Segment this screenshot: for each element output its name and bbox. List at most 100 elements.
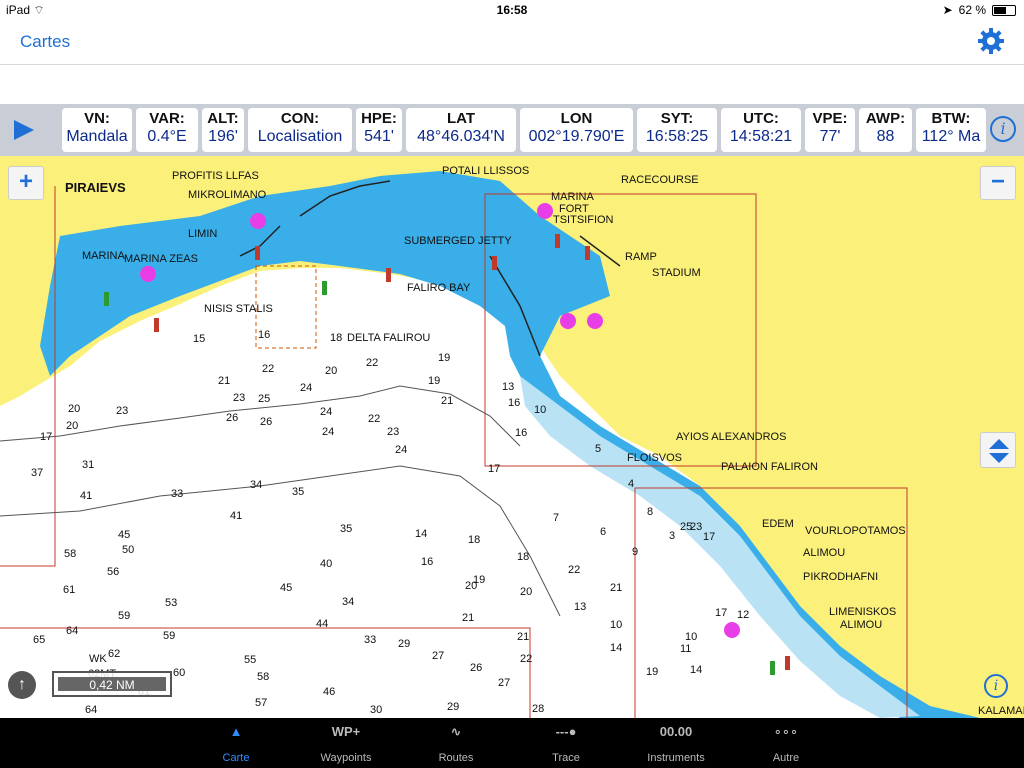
north-up-icon[interactable]: ↑ — [8, 671, 36, 699]
blank-toolbar — [0, 64, 1024, 104]
tab-routes[interactable]: ∿ Routes — [406, 718, 506, 768]
tab-trace[interactable]: ---● Trace — [516, 718, 616, 768]
tab-label: Carte — [222, 752, 250, 764]
scroll-updown-button[interactable] — [980, 432, 1016, 468]
instrument-cell[interactable]: UTC: 14:58:21 — [721, 108, 801, 152]
depth-sounding: 45 — [280, 582, 293, 594]
tab-autre[interactable]: ∘∘∘ Autre — [736, 718, 836, 768]
place-label: SUBMERGED JETTY — [404, 235, 512, 247]
depth-sounding: 24 — [395, 444, 408, 456]
depth-sounding: 16 — [508, 397, 521, 409]
depth-sounding: 41 — [230, 510, 243, 522]
instrument-cell[interactable]: CON: Localisation — [248, 108, 352, 152]
instrument-label: VPE: — [812, 110, 848, 127]
place-label: KALAMAI — [978, 705, 1024, 717]
nautical-chart[interactable]: PIRAIEVS PROFITIS LLFAS MIKROLIMANO POTALI … — [0, 156, 1024, 718]
chart-graphics — [0, 156, 1024, 718]
instrument-value: 196' — [208, 128, 238, 145]
zoom-in-button[interactable]: + — [8, 166, 44, 200]
instrument-value: 0.4°E — [147, 128, 187, 145]
place-label: EDEM — [762, 518, 794, 530]
scale-bar: 0,42 NM — [52, 671, 172, 697]
depth-sounding: 17 — [40, 431, 53, 443]
instrument-cell[interactable]: VPE: 77' — [805, 108, 855, 152]
tab-label: Autre — [772, 752, 800, 764]
tab-carte[interactable]: ▲ Carte — [186, 718, 286, 768]
depth-sounding: 20 — [66, 420, 79, 432]
depth-sounding: 12 — [737, 609, 750, 621]
instrument-cell[interactable]: ALT: 196' — [202, 108, 244, 152]
map-info-icon[interactable]: i — [984, 674, 1008, 698]
zoom-out-button[interactable]: − — [980, 166, 1016, 200]
instrument-value: 14:58:21 — [729, 128, 793, 145]
instrument-cell[interactable]: VN: Mandala — [62, 108, 132, 152]
instruments-icon: 00.00 — [659, 724, 693, 739]
depth-sounding: 23 — [387, 426, 400, 438]
location-arrow-icon: ➤ — [942, 3, 953, 17]
depth-sounding: 18 — [468, 534, 481, 546]
instrument-cell[interactable]: HPE: 541' — [356, 108, 402, 152]
depth-sounding: 37 — [31, 467, 44, 479]
depth-sounding: 57 — [255, 697, 268, 709]
instrument-value: 77' — [819, 128, 841, 145]
instrument-cell[interactable]: SYT: 16:58:25 — [637, 108, 717, 152]
gear-icon[interactable] — [976, 26, 1006, 56]
depth-sounding: 17 — [715, 607, 728, 619]
depth-sounding: 21 — [218, 375, 231, 387]
depth-sounding: 23 — [690, 521, 703, 533]
cartes-back-button[interactable]: Cartes — [20, 32, 70, 52]
place-label: MARINA — [82, 250, 125, 262]
depth-sounding: 20 — [520, 586, 533, 598]
place-label: LIMENISKOS — [829, 606, 897, 618]
depth-sounding: 21 — [462, 612, 475, 624]
depth-sounding: 59 — [163, 630, 176, 642]
depth-sounding: 29 — [447, 701, 460, 713]
play-icon[interactable] — [14, 120, 34, 140]
depth-sounding: 16 — [515, 427, 528, 439]
instrument-cell[interactable]: LAT 48°46.034'N — [406, 108, 516, 152]
place-label: ALIMOU — [803, 547, 846, 559]
app: iPad ⌔ 16:58 ➤ 62 % Cartes VN: Mandala V… — [0, 0, 1024, 768]
status-time: 16:58 — [496, 3, 528, 17]
place-label: TSITSIFION — [553, 214, 614, 226]
depth-sounding: 20 — [68, 403, 81, 415]
instrument-label: ALT: — [207, 110, 239, 127]
depth-sounding: 19 — [646, 666, 659, 678]
instrument-label: CON: — [280, 110, 320, 127]
tab-waypoints[interactable]: WP+ Waypoints — [296, 718, 396, 768]
depth-sounding: 19 — [428, 375, 441, 387]
instrument-label: UTC: — [743, 110, 779, 127]
place-label: FLOISVOS — [627, 452, 683, 464]
depth-sounding: 6 — [600, 526, 607, 538]
depth-sounding: 33 — [171, 488, 184, 500]
waypoint-add-icon: WP+ — [331, 724, 361, 739]
depth-sounding: 21 — [441, 395, 454, 407]
trace-icon: ---● — [555, 724, 577, 739]
place-label: MARINA — [551, 191, 594, 203]
depth-sounding: 21 — [517, 631, 530, 643]
depth-sounding: 3 — [669, 530, 676, 542]
status-right: ➤ 62 % — [943, 3, 1016, 17]
instrument-cell[interactable]: LON 002°19.790'E — [520, 108, 633, 152]
depth-sounding: 10 — [534, 404, 547, 416]
instrument-label: LON — [560, 110, 593, 127]
routes-icon: ∿ — [450, 724, 462, 739]
depth-sounding: 30 — [370, 704, 383, 716]
nav-bar: Cartes — [0, 20, 1024, 64]
instrument-cell[interactable]: VAR: 0.4°E — [136, 108, 198, 152]
info-icon[interactable]: i — [990, 116, 1016, 142]
instrument-value: 88 — [876, 128, 895, 145]
instrument-cell[interactable]: AWP: 88 — [859, 108, 912, 152]
depth-sounding: 11 — [680, 643, 692, 655]
depth-sounding: 22 — [568, 564, 581, 576]
instrument-cell[interactable]: BTW: 112° Ma — [916, 108, 986, 152]
place-label: PIKRODHAFNI — [803, 571, 879, 583]
battery-percent: 62 % — [958, 3, 986, 17]
place-label: WK — [89, 653, 107, 665]
tab-instruments[interactable]: 00.00 Instruments — [626, 718, 726, 768]
depth-sounding: 46 — [323, 686, 336, 698]
tab-label: Waypoints — [320, 752, 372, 764]
instrument-value: Localisation — [257, 128, 343, 145]
place-label: POTALI LLISSOS — [442, 165, 530, 177]
map-arrow-icon: ▲ — [229, 724, 243, 739]
